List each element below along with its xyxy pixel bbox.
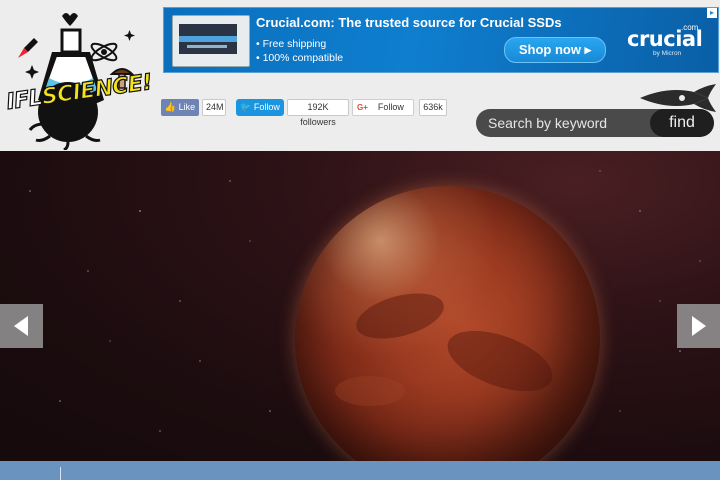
twitter-bird-icon: 🐦 [240,102,252,112]
crucial-ad-banner[interactable]: Crucial.com: The trusted source for Cruc… [163,7,719,73]
twitter-follow-label: Follow [253,102,280,112]
search-bar: find [476,109,714,137]
main-nav-bar[interactable] [0,461,720,480]
slider-prev-button[interactable] [0,304,43,348]
twitter-follow-button[interactable]: 🐦 Follow [236,99,284,116]
twitter-follower-count: 192K followers [287,99,349,127]
ad-title[interactable]: Crucial.com: The trusted source for Cruc… [256,15,562,30]
hero-slider [0,151,720,461]
ad-bullet-shipping: • Free shipping [256,38,327,50]
crucial-logo-sub: by Micron [653,50,682,57]
ssd-image [172,15,250,67]
facebook-like-button[interactable]: 👍 Like [161,99,199,116]
site-logo[interactable]: IFLSCIENCE! [0,4,154,152]
gplus-follower-count: 636k [419,99,447,116]
adchoices-icon[interactable]: ▸ [707,8,717,18]
gplus-follow-label: Follow [377,102,404,112]
nav-divider [60,467,61,480]
arrow-left-icon [14,316,28,336]
shop-now-button[interactable]: Shop now ▸ [504,37,606,63]
slider-next-button[interactable] [677,304,720,348]
gplus-follow-button[interactable]: G+ Follow [352,99,414,116]
search-input[interactable] [476,109,648,137]
rocket-icon [640,84,716,112]
arrow-right-icon [692,316,706,336]
site-header: IFLSCIENCE! Crucial.com: The trusted sou… [0,0,720,152]
search-find-button[interactable]: find [650,109,714,137]
facebook-like-count: 24M [202,99,226,116]
gplus-icon: G+ [357,103,368,112]
ad-bullet-compatible: • 100% compatible [256,52,344,64]
crucial-logo-com: .com [681,23,699,32]
